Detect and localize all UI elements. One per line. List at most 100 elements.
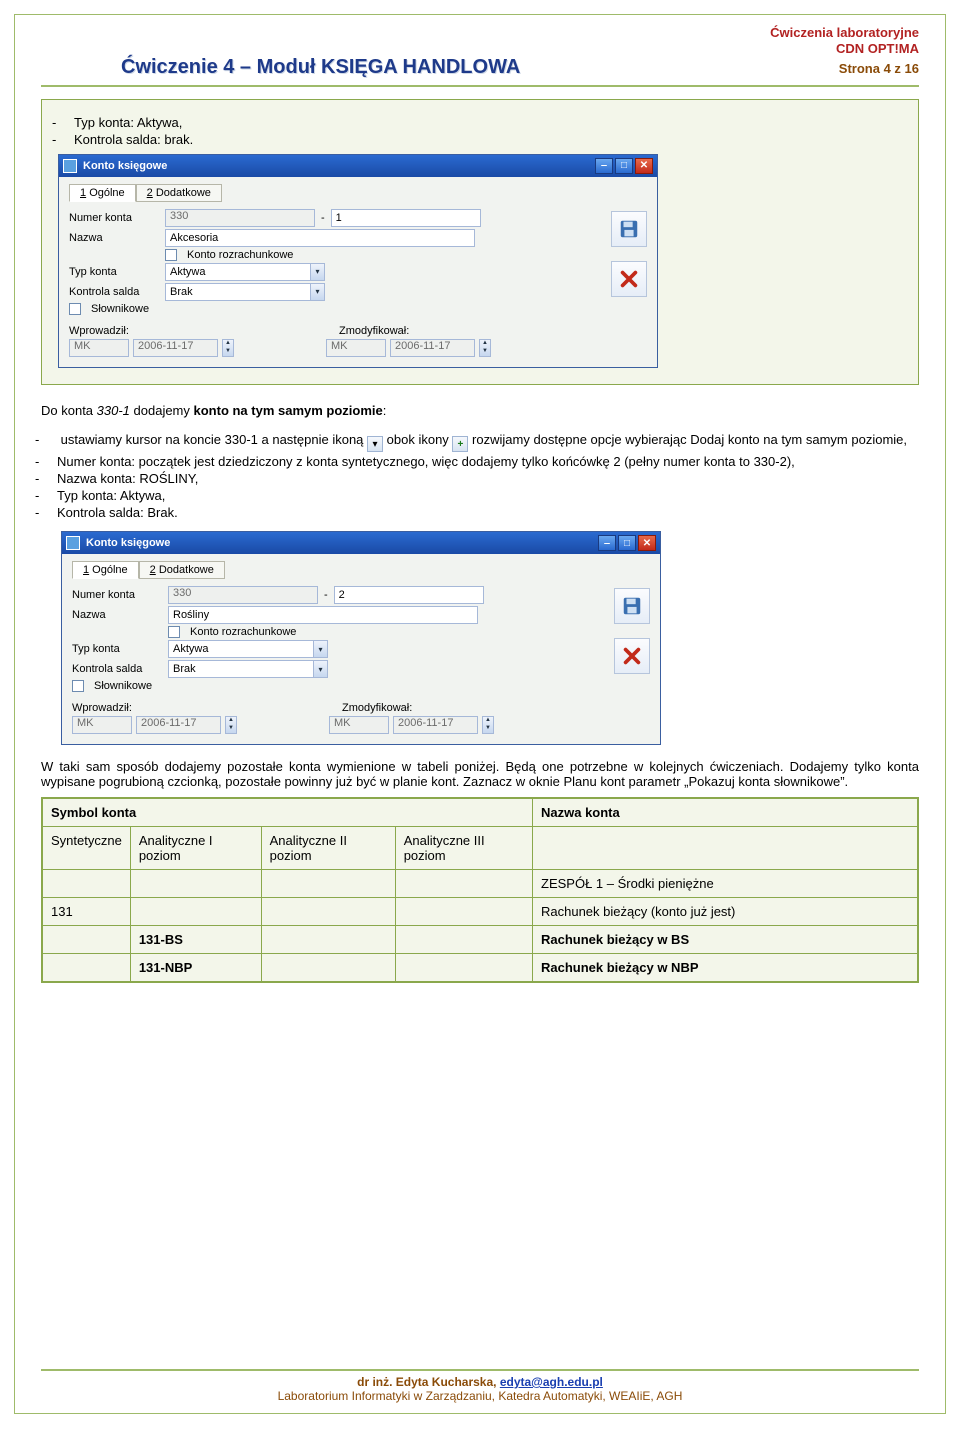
nazwa-input[interactable] [165,229,475,247]
chevron-down-icon: ▾ [313,661,327,677]
wpro-date: 2006-11-17 [136,716,221,734]
kontrola-dropdown[interactable]: Brak▾ [168,660,328,678]
th-a3: Analityczne III poziom [395,827,532,870]
middle-b3: Nazwa konta: ROŚLINY, [57,470,919,487]
header-divider [41,85,919,87]
close-button[interactable]: ✕ [638,535,656,551]
label-wprowadzil: Wprowadził: [69,325,139,337]
table-row: ZESPÓŁ 1 – Środki pieniężne [43,870,918,898]
cancel-x-button[interactable] [614,638,650,674]
intro-line-1: Typ konta: Aktywa, [74,114,902,131]
numer-suffix-input[interactable] [334,586,484,604]
dialog1-title: Konto księgowe [83,160,593,172]
tab-dodatkowe[interactable]: 2 Dodatkowe [136,184,222,202]
dialog2-title: Konto księgowe [86,537,596,549]
rozrachunkowe-checkbox[interactable] [168,626,180,638]
middle-b5: Kontrola salda: Brak. [57,504,919,521]
dialog1-titlebar: Konto księgowe ‒ □ ✕ [59,155,657,177]
wpro-date: 2006-11-17 [133,339,218,357]
th-synt: Syntetyczne [43,827,131,870]
date-spinner[interactable]: ▲▼ [482,716,494,734]
date-spinner[interactable]: ▲▼ [222,339,234,357]
header-title: Ćwiczenie 4 – Moduł KSIĘGA HANDLOWA [41,56,520,79]
table-row: 131-BS Rachunek bieżący w BS [43,926,918,954]
zmod-user: MK [329,716,389,734]
chevron-down-icon: ▾ [310,264,324,280]
dialog-konto-2: Konto księgowe ‒ □ ✕ 1 Ogólne 2 Dodatkow… [61,531,661,745]
th-a1: Analityczne I poziom [130,827,261,870]
zmod-date: 2006-11-17 [390,339,475,357]
callout-1: Typ konta: Aktywa, Kontrola salda: brak.… [41,99,919,385]
app-icon [66,536,80,550]
label-rozrachunkowe: Konto rozrachunkowe [187,249,293,261]
wpro-user: MK [72,716,132,734]
label-numer: Numer konta [72,589,162,601]
label-slownikowe: Słownikowe [94,680,152,692]
label-slownikowe: Słownikowe [91,303,149,315]
table-row: 131 Rachunek bieżący (konto już jest) [43,898,918,926]
typ-dropdown[interactable]: Aktywa▾ [165,263,325,281]
date-spinner[interactable]: ▲▼ [225,716,237,734]
dialog2-titlebar: Konto księgowe ‒ □ ✕ [62,532,660,554]
date-spinner[interactable]: ▲▼ [479,339,491,357]
wpro-user: MK [69,339,129,357]
slownikowe-checkbox[interactable] [72,680,84,692]
nazwa-input[interactable] [168,606,478,624]
page-footer: dr inż. Edyta Kucharska, edyta@agh.edu.p… [41,1369,919,1403]
tab-ogolne[interactable]: 1 Ogólne [72,561,139,579]
zmod-date: 2006-11-17 [393,716,478,734]
typ-dropdown[interactable]: Aktywa▾ [168,640,328,658]
accounts-table: Symbol konta Nazwa konta Syntetyczne Ana… [42,798,918,982]
numer-parent: 330 [165,209,315,227]
minimize-button[interactable]: ‒ [598,535,616,551]
label-nazwa: Nazwa [69,232,159,244]
label-nazwa: Nazwa [72,609,162,621]
footer-email-link[interactable]: edyta@agh.edu.pl [500,1375,603,1389]
slownikowe-checkbox[interactable] [69,303,81,315]
minimize-button[interactable]: ‒ [595,158,613,174]
th-nazwa: Nazwa konta [533,799,918,827]
zmod-user: MK [326,339,386,357]
label-typ: Typ konta [69,266,159,278]
save-floppy-button[interactable] [614,588,650,624]
numer-sep: - [324,589,328,601]
label-zmodyfikowal: Zmodyfikował: [339,325,419,337]
intro-line-2: Kontrola salda: brak. [74,131,902,148]
numer-parent: 330 [168,586,318,604]
label-wprowadzil: Wprowadził: [72,702,142,714]
label-typ: Typ konta [72,643,162,655]
numer-suffix-input[interactable] [331,209,481,227]
label-kontrola: Kontrola salda [72,663,162,675]
maximize-button[interactable]: □ [618,535,636,551]
app-icon [63,159,77,173]
chevron-down-icon: ▾ [310,284,324,300]
dialog-konto-1: Konto księgowe ‒ □ ✕ 1 1 OgólneOgólne 2 … [58,154,658,368]
th-a2: Analityczne II poziom [261,827,395,870]
middle-b2: Numer konta: początek jest dziedziczony … [57,453,919,470]
th-symbol: Symbol konta [43,799,533,827]
kontrola-dropdown[interactable]: Brak▾ [165,283,325,301]
numer-sep: - [321,212,325,224]
paragraph-after-dialogs: W taki sam sposób dodajemy pozostałe kon… [41,759,919,789]
plus-icon[interactable]: + [452,436,468,452]
rozrachunkowe-checkbox[interactable] [165,249,177,261]
label-rozrachunkowe: Konto rozrachunkowe [190,626,296,638]
header-lab: Ćwiczenia laboratoryjne [41,25,919,41]
middle-lead: Do konta 330-1 dodajemy konto na tym sam… [41,403,919,418]
tab-dodatkowe[interactable]: 2 Dodatkowe [139,561,225,579]
middle-b4: Typ konta: Aktywa, [57,487,919,504]
maximize-button[interactable]: □ [615,158,633,174]
table-row: 131-NBP Rachunek bieżący w NBP [43,954,918,982]
label-numer: Numer konta [69,212,159,224]
callout-table: Symbol konta Nazwa konta Syntetyczne Ana… [41,797,919,983]
save-floppy-button[interactable] [611,211,647,247]
chevron-down-icon: ▾ [313,641,327,657]
cancel-x-button[interactable] [611,261,647,297]
middle-b1: ustawiamy kursor na koncie 330-1 a nastę… [57,431,919,454]
header-page: Strona 4 z 16 [839,61,919,76]
dropdown-arrow-icon[interactable]: ▾ [367,436,383,452]
label-kontrola: Kontrola salda [69,286,159,298]
label-zmodyfikowal: Zmodyfikował: [342,702,422,714]
tab-ogolne[interactable]: 1 1 OgólneOgólne [69,184,136,202]
close-button[interactable]: ✕ [635,158,653,174]
